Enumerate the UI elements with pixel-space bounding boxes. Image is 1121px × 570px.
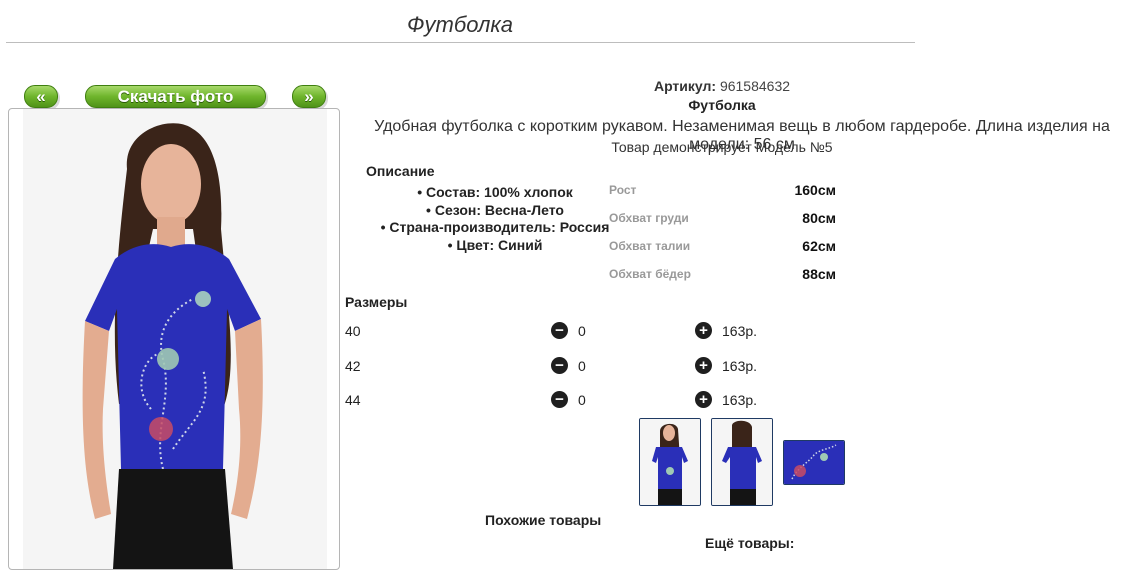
size-row: 40 − 0 + 163р.	[345, 322, 845, 343]
model-note: Товар демонстрирует Модель №5	[611, 139, 833, 155]
increase-quantity-button[interactable]: +	[695, 391, 712, 408]
size-value: 42	[345, 358, 361, 374]
article-line: Артикул: 961584632	[330, 78, 1114, 94]
thumbnail-detail[interactable]	[783, 440, 845, 485]
description-item: Цвет: Синий	[345, 237, 645, 255]
measurement-value: 62см	[802, 238, 836, 254]
decrease-quantity-button[interactable]: −	[551, 322, 568, 339]
description-list: Состав: 100% хлопок Сезон: Весна-Лето Ст…	[345, 184, 645, 254]
quantity-value: 0	[578, 323, 586, 339]
quantity-value: 0	[578, 392, 586, 408]
download-photo-button[interactable]: Скачать фото	[85, 85, 266, 108]
more-products-heading: Ещё товары:	[705, 535, 795, 551]
article-label: Артикул:	[653, 78, 717, 94]
thumbnail-front-image	[640, 419, 700, 505]
size-row: 44 − 0 + 163р.	[345, 391, 845, 412]
size-value: 40	[345, 323, 361, 339]
description-title: Описание	[366, 163, 435, 179]
product-name: Футболка	[688, 97, 756, 113]
measurement-label: Обхват груди	[609, 211, 689, 225]
prev-photo-button[interactable]: «	[24, 85, 58, 108]
title-divider	[6, 42, 915, 43]
measurement-label: Рост	[609, 183, 637, 197]
measurement-value: 160см	[794, 182, 836, 198]
measurement-label: Обхват талии	[609, 239, 691, 253]
main-product-photo[interactable]	[23, 109, 327, 569]
description-item: Состав: 100% хлопок	[345, 184, 645, 202]
page-title: Футболка	[407, 12, 513, 37]
price-value: 163р.	[722, 358, 758, 374]
measurement-label: Обхват бёдер	[609, 267, 691, 281]
description-item: Страна-производитель: Россия	[345, 219, 645, 237]
thumbnail-back-image	[712, 419, 772, 505]
description-item: Сезон: Весна-Лето	[345, 202, 645, 220]
price-value: 163р.	[722, 323, 758, 339]
increase-quantity-button[interactable]: +	[695, 322, 712, 339]
price-value: 163р.	[722, 392, 758, 408]
sizes-title: Размеры	[345, 294, 408, 310]
next-photo-button[interactable]: »	[292, 85, 326, 108]
thumbnail-back[interactable]	[711, 418, 773, 506]
thumbnail-detail-image	[784, 441, 844, 484]
similar-products-heading: Похожие товары	[485, 512, 602, 528]
size-row: 42 − 0 + 163р.	[345, 357, 845, 378]
increase-quantity-button[interactable]: +	[695, 357, 712, 374]
article-value: 961584632	[719, 78, 791, 94]
measurement-value: 88см	[802, 266, 836, 282]
size-value: 44	[345, 392, 361, 408]
main-photo-frame	[8, 108, 340, 570]
measurement-value: 80см	[802, 210, 836, 226]
decrease-quantity-button[interactable]: −	[551, 357, 568, 374]
quantity-value: 0	[578, 358, 586, 374]
decrease-quantity-button[interactable]: −	[551, 391, 568, 408]
thumbnail-front[interactable]	[639, 418, 701, 506]
model-illustration	[23, 109, 327, 569]
